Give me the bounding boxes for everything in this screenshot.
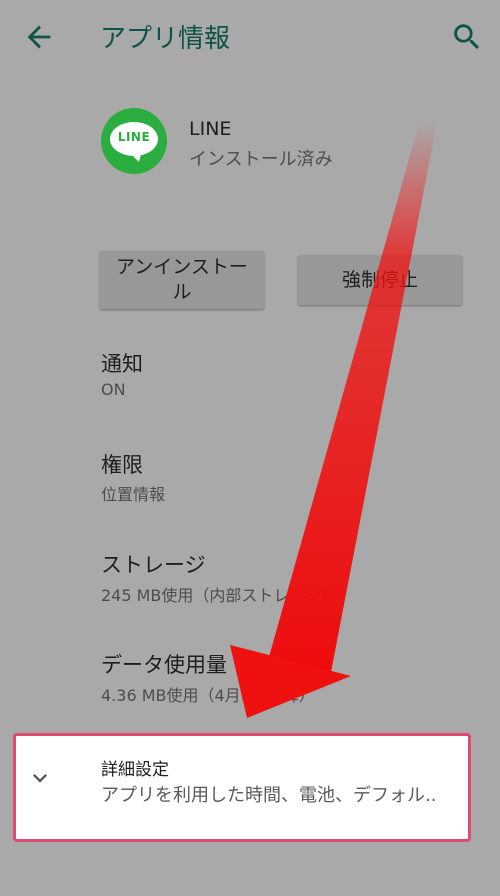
data-usage-item-subtitle: 4.36 MB使用（4月1日以降） [101,686,315,705]
advanced-settings-title: 詳細設定 [101,760,169,780]
force-stop-button[interactable]: 強制停止 [298,255,462,305]
notifications-item-title[interactable]: 通知 [101,348,143,378]
storage-item-subtitle: 245 MB使用（内部ストレージ） [101,586,338,605]
line-app-logo: LINE [101,108,167,174]
uninstall-button-label: アンインストール [116,256,248,303]
notifications-item-subtitle: ON [101,380,126,399]
app-name: LINE [189,118,232,140]
permissions-item-subtitle: 位置情報 [101,485,166,504]
permissions-item-title[interactable]: 権限 [101,449,143,479]
chevron-down-icon [33,774,47,783]
app-install-status: インストール済み [189,149,333,170]
page-title: アプリ情報 [100,24,231,54]
line-logo-text: LINE [117,130,151,144]
advanced-settings-subtitle: アプリを利用した時間、電池、デフォル.. [101,785,437,806]
force-stop-button-label: 強制停止 [341,268,418,291]
uninstall-button[interactable]: アンインストール [100,251,264,309]
search-icon[interactable] [450,20,484,54]
data-usage-item-title[interactable]: データ使用量 [101,649,227,679]
back-arrow-icon[interactable] [22,20,56,54]
storage-item-title[interactable]: ストレージ [101,549,206,579]
